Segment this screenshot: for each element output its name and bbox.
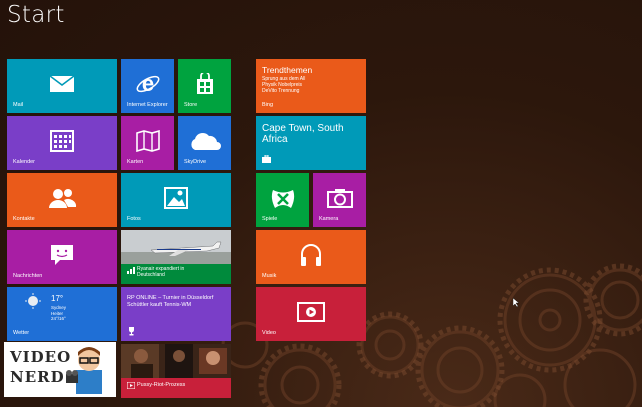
tile-label: Karten xyxy=(127,159,144,165)
headphones-icon xyxy=(301,243,321,266)
tile-label: Kalender xyxy=(13,159,36,165)
calendar-icon xyxy=(50,129,74,152)
suitcase-icon xyxy=(262,155,271,163)
tile-maps[interactable]: Karten xyxy=(121,116,174,170)
tile-travel[interactable]: Cape Town, South Africa xyxy=(256,116,366,170)
store-icon xyxy=(196,72,213,94)
messaging-icon xyxy=(51,244,73,265)
tile-label: Bing xyxy=(262,102,274,108)
tile-label: Wetter xyxy=(13,330,30,336)
tile-label: Store xyxy=(184,102,198,108)
tile-camera[interactable]: Kamera xyxy=(313,173,366,227)
tile-label: Video xyxy=(262,330,276,336)
tile-calendar[interactable]: Kalender xyxy=(7,116,117,170)
tile-contacts[interactable]: Kontakte xyxy=(7,173,117,227)
play-icon xyxy=(297,301,325,322)
logo-word-video: VIDEO xyxy=(10,348,72,366)
tile-skydrive[interactable]: SkyDrive xyxy=(178,116,231,170)
logo-word-nerd: NERD xyxy=(10,368,65,386)
gamepad-icon xyxy=(271,189,294,208)
news-icon xyxy=(127,267,135,274)
bing-trends-heading: Trendthemen xyxy=(262,65,313,75)
tile-label: Fotos xyxy=(127,216,141,222)
weather-range: 24°/16° xyxy=(51,316,66,321)
video-news-photo xyxy=(121,344,231,378)
trophy-icon xyxy=(129,327,134,336)
camera-icon xyxy=(326,188,353,208)
travel-destination: Cape Town, South Africa xyxy=(262,123,344,145)
mail-icon xyxy=(49,75,75,92)
tile-label: Kamera xyxy=(319,216,339,222)
start-screen-title: Start xyxy=(7,2,65,28)
tile-news[interactable]: Ryanair expandiert in Deutschland xyxy=(121,230,231,284)
video-news-caption: Pussy-Riot-Prozess xyxy=(137,382,186,388)
tile-label: Spiele xyxy=(262,216,278,222)
tile-label: Nachrichten xyxy=(13,273,43,279)
tile-label: Musik xyxy=(262,273,277,279)
tile-internet-explorer[interactable]: e Internet Explorer xyxy=(121,59,174,113)
tile-bing[interactable]: Trendthemen Sprung aus dem All Physik No… xyxy=(256,59,366,113)
video-nerd-logo: VIDEO NERD xyxy=(4,342,116,397)
bing-trend-list: Sprung aus dem All Physik Nobelpreis DeV… xyxy=(262,76,305,94)
news-caption: Ryanair expandiert in Deutschland xyxy=(137,266,185,278)
internet-explorer-icon: e xyxy=(136,72,159,96)
tile-video[interactable]: Video xyxy=(256,287,366,341)
tile-games[interactable]: Spiele xyxy=(256,173,309,227)
tile-weather[interactable]: 17° Sydney Heiter 24°/16° Wetter xyxy=(7,287,117,341)
nerd-mascot-icon xyxy=(66,347,102,394)
tile-label: SkyDrive xyxy=(184,159,207,165)
weather-city: Sydney xyxy=(51,305,67,310)
tile-messaging[interactable]: Nachrichten xyxy=(7,230,117,284)
maps-icon xyxy=(135,129,160,152)
sport-news-line2: Schüttler kauft Tennis-WM xyxy=(127,302,192,308)
weather-details: Sydney Heiter 24°/16° xyxy=(51,305,66,322)
tile-music[interactable]: Musik xyxy=(256,230,366,284)
tile-video-news[interactable]: Pussy-Riot-Prozess xyxy=(121,344,231,398)
tile-photos[interactable]: Fotos xyxy=(121,173,231,227)
tile-sport-news[interactable]: RP ONLINE – Turnier in Düsseldorf Schütt… xyxy=(121,287,231,341)
bing-trend-item: DeVito Trennung xyxy=(262,88,300,94)
weather-temperature: 17° xyxy=(51,294,64,303)
svg-text:e: e xyxy=(141,72,153,96)
video-news-icon xyxy=(127,382,135,389)
sport-news-line1: RP ONLINE – Turnier in Düsseldorf xyxy=(127,295,214,301)
sun-icon xyxy=(25,293,41,309)
cloud-icon xyxy=(190,132,221,150)
people-icon xyxy=(49,188,77,208)
photos-icon xyxy=(164,186,188,209)
tile-label: Kontakte xyxy=(13,216,35,222)
sport-news-text: RP ONLINE – Turnier in Düsseldorf Schütt… xyxy=(127,295,213,309)
tile-label: Mail xyxy=(13,102,24,108)
tile-mail[interactable]: Mail xyxy=(7,59,117,113)
mouse-cursor-icon xyxy=(513,298,519,307)
news-photo-airplane xyxy=(121,230,231,264)
tile-store[interactable]: Store xyxy=(178,59,231,113)
tile-label: Internet Explorer xyxy=(127,102,168,108)
